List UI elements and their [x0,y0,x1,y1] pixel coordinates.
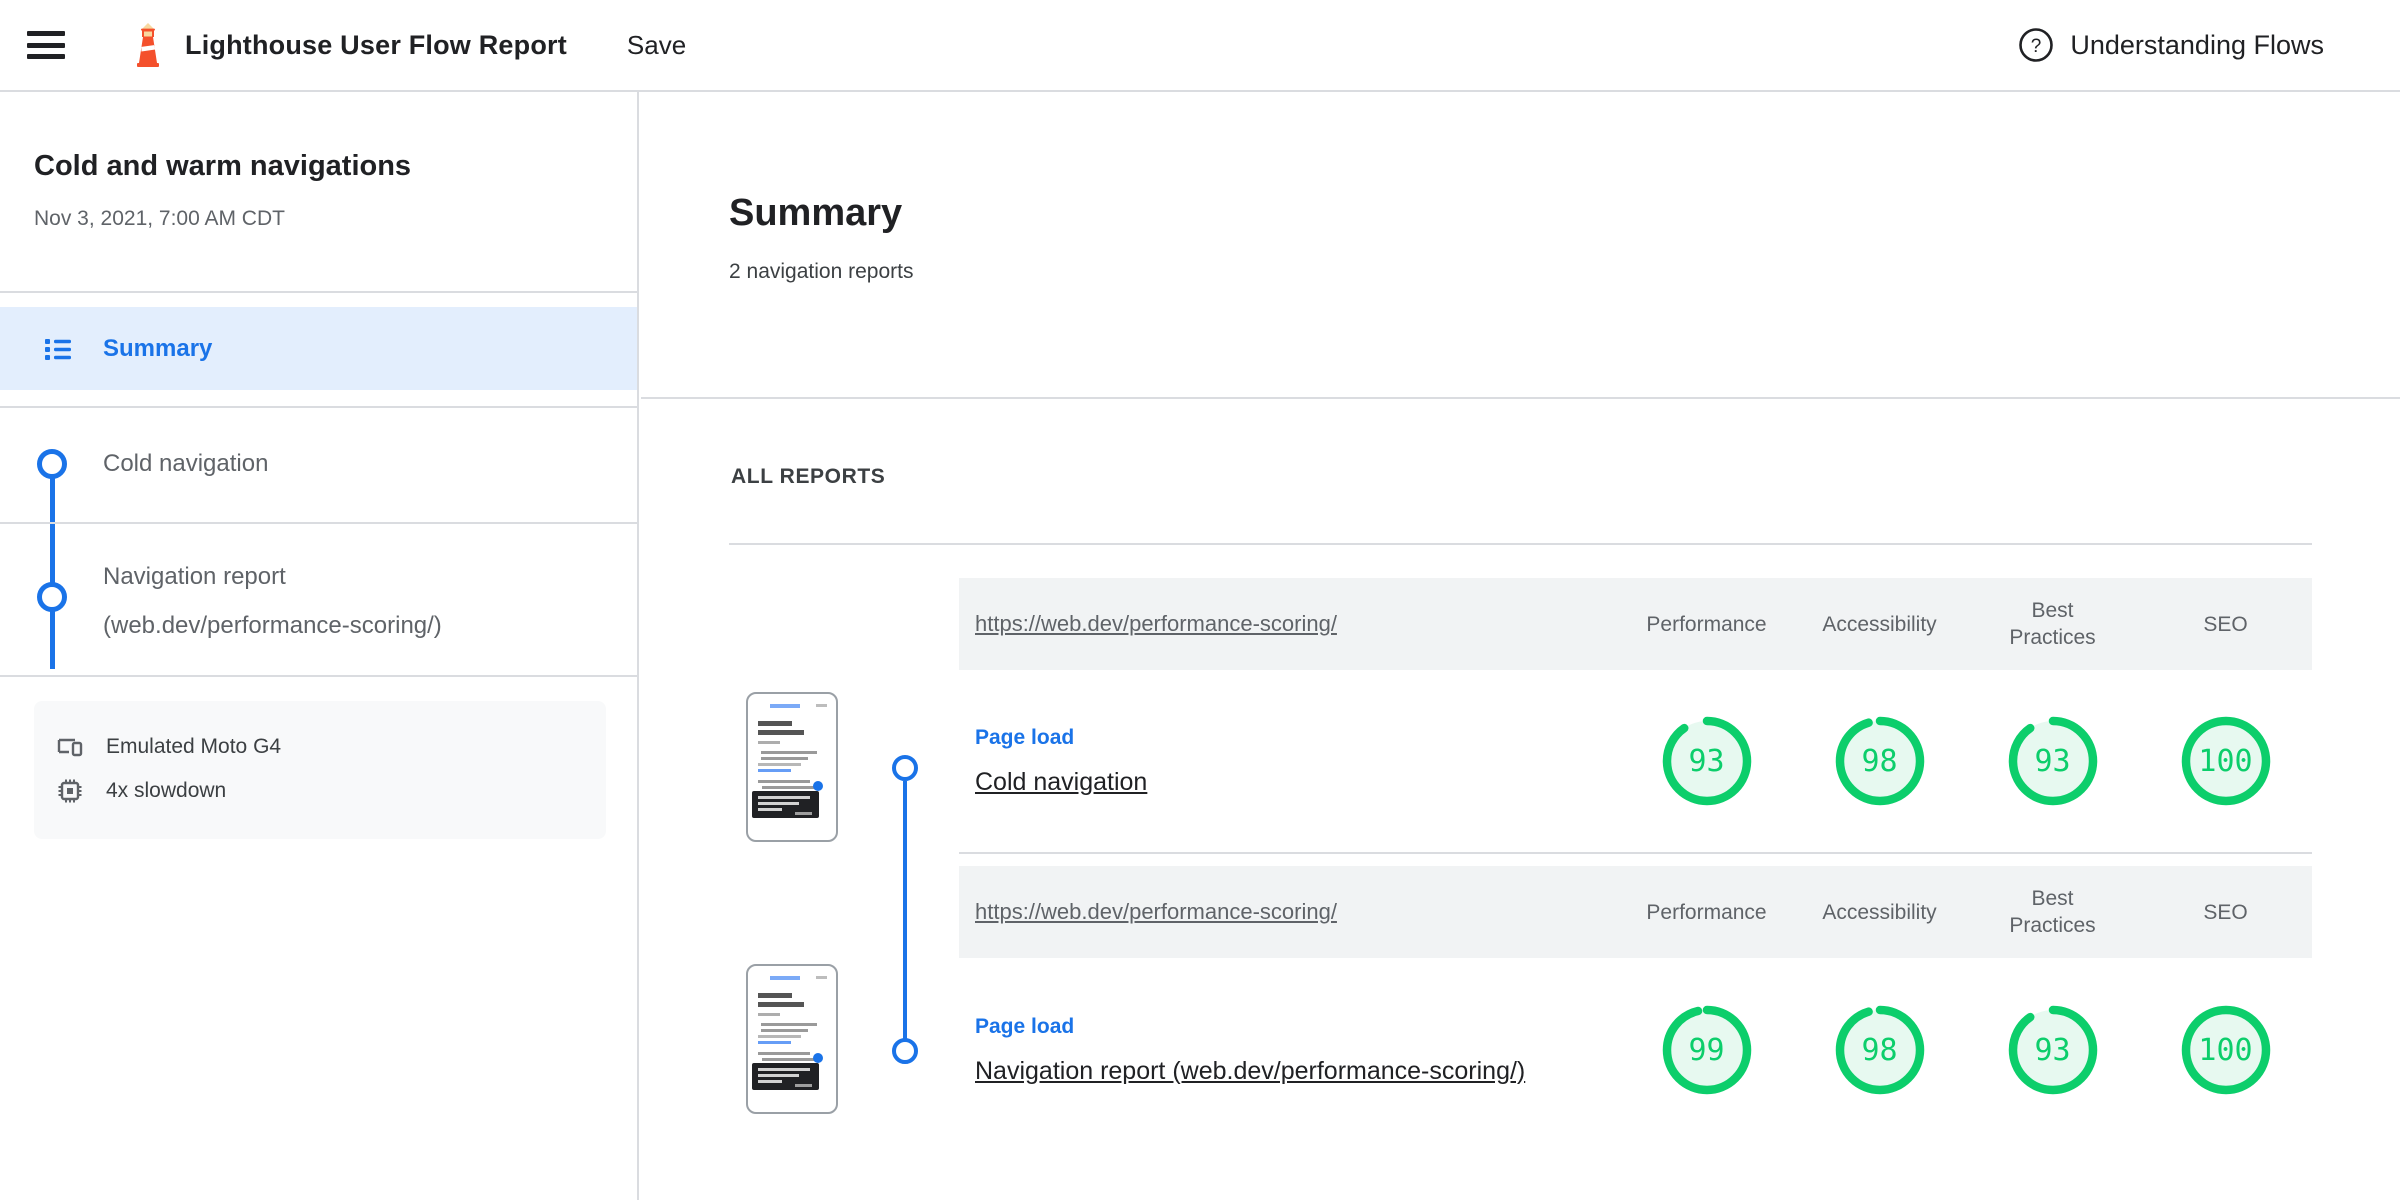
report-thumbnail [746,692,838,842]
report-thumbnail [746,964,838,1114]
report-name-link[interactable]: Cold navigation [975,768,1147,797]
main-content: Summary 2 navigation reports ALL REPORTS… [641,92,2400,1200]
score-gauge-seo: 100 [2180,715,2272,807]
all-reports-heading: ALL REPORTS [731,465,886,488]
score-gauge-best-practices: 93 [2007,715,2099,807]
column-header-seo: SEO [2203,612,2248,636]
cpu-chip-icon [58,779,82,803]
list-icon [45,338,71,360]
score-gauge-accessibility: 98 [1834,715,1926,807]
save-button[interactable]: Save [627,30,686,61]
sidebar: Cold and warm navigations Nov 3, 2021, 7… [0,92,639,1200]
throttle-row: 4x slowdown [56,769,606,813]
environment-box: Emulated Moto G4 4x slowdown [34,701,606,839]
flow-timestamp: Nov 3, 2021, 7:00 AM CDT [34,207,285,230]
timeline-connector [50,477,55,584]
page-title: Summary [729,192,903,234]
question-mark-circle-icon: ? [2019,28,2054,62]
column-header-performance: Performance [1646,612,1767,636]
sidebar-divider [0,406,639,408]
timeline-connector [50,610,55,669]
understanding-flows-button[interactable]: ? Understanding Flows [2018,27,2324,63]
svg-text:?: ? [2031,36,2042,57]
step-type-label: Page load [975,1014,1075,1038]
score-gauge-performance: 93 [1661,715,1753,807]
report-section-cold-navigation: https://web.dev/performance-scoring/ Per… [959,578,2312,854]
understanding-flows-label: Understanding Flows [2070,29,2324,60]
sidebar-item-cold-navigation[interactable]: Cold navigation [103,450,268,478]
flow-header: Cold and warm navigations Nov 3, 2021, 7… [0,92,637,231]
report-row: Page load Cold navigation 93 98 93 100 [959,670,2312,854]
report-name-link[interactable]: Navigation report (web.dev/performance-s… [975,1057,1525,1086]
score-gauge-accessibility: 98 [1834,1004,1926,1096]
lighthouse-logo-icon [137,23,159,67]
column-header-seo: SEO [2203,900,2248,924]
timeline-node [37,449,67,479]
report-section-navigation-report: https://web.dev/performance-scoring/ Per… [959,866,2312,1142]
timeline-node [37,582,67,612]
report-row: Page load Navigation report (web.dev/per… [959,958,2312,1142]
column-header-accessibility: Accessibility [1822,612,1937,636]
score-gauge-performance: 99 [1661,1004,1753,1096]
sidebar-divider [0,522,639,524]
section-divider [641,397,2400,399]
score-value: 93 [2034,743,2071,779]
report-url-link[interactable]: https://web.dev/performance-scoring/ [975,611,1337,636]
app-title: Lighthouse User Flow Report [185,29,567,60]
report-url-header-row: https://web.dev/performance-scoring/ Per… [959,578,2312,670]
score-value: 98 [1861,1032,1898,1068]
score-gauge-seo: 100 [2180,1004,2272,1096]
report-url-header-row: https://web.dev/performance-scoring/ Per… [959,866,2312,958]
device-row: Emulated Moto G4 [56,725,606,769]
sidebar-divider [0,675,639,677]
score-value: 93 [2034,1032,2071,1068]
score-value: 100 [2198,1032,2253,1068]
all-reports-divider [729,543,2312,545]
step-type-label: Page load [975,725,1075,749]
score-value: 100 [2198,743,2253,779]
sidebar-item-summary-label: Summary [103,334,213,362]
column-header-best-practices: Best Practices [2009,887,2096,937]
timeline-connector [903,781,907,1039]
flow-title: Cold and warm navigations [34,150,412,182]
devices-icon [57,738,83,757]
sidebar-item-navigation-report-line2[interactable]: (web.dev/performance-scoring/) [103,612,442,640]
column-header-best-practices: Best Practices [2009,599,2096,649]
column-header-performance: Performance [1646,900,1767,924]
column-header-accessibility: Accessibility [1822,900,1937,924]
score-gauge-best-practices: 93 [2007,1004,2099,1096]
sidebar-item-navigation-report-line1[interactable]: Navigation report [103,563,286,591]
score-value: 98 [1861,743,1898,779]
report-url-link[interactable]: https://web.dev/performance-scoring/ [975,899,1337,924]
sidebar-item-summary[interactable]: Summary [0,307,637,390]
score-value: 99 [1688,1032,1725,1068]
timeline-node [892,755,918,781]
device-label: Emulated Moto G4 [106,735,282,758]
throttle-label: 4x slowdown [106,779,227,802]
sidebar-divider [0,291,639,293]
app-header: Lighthouse User Flow Report Save ? Under… [0,0,2400,92]
score-value: 93 [1688,743,1725,779]
timeline-node [892,1038,918,1064]
page-subtitle: 2 navigation reports [729,260,914,283]
hamburger-menu-icon[interactable] [27,29,67,61]
